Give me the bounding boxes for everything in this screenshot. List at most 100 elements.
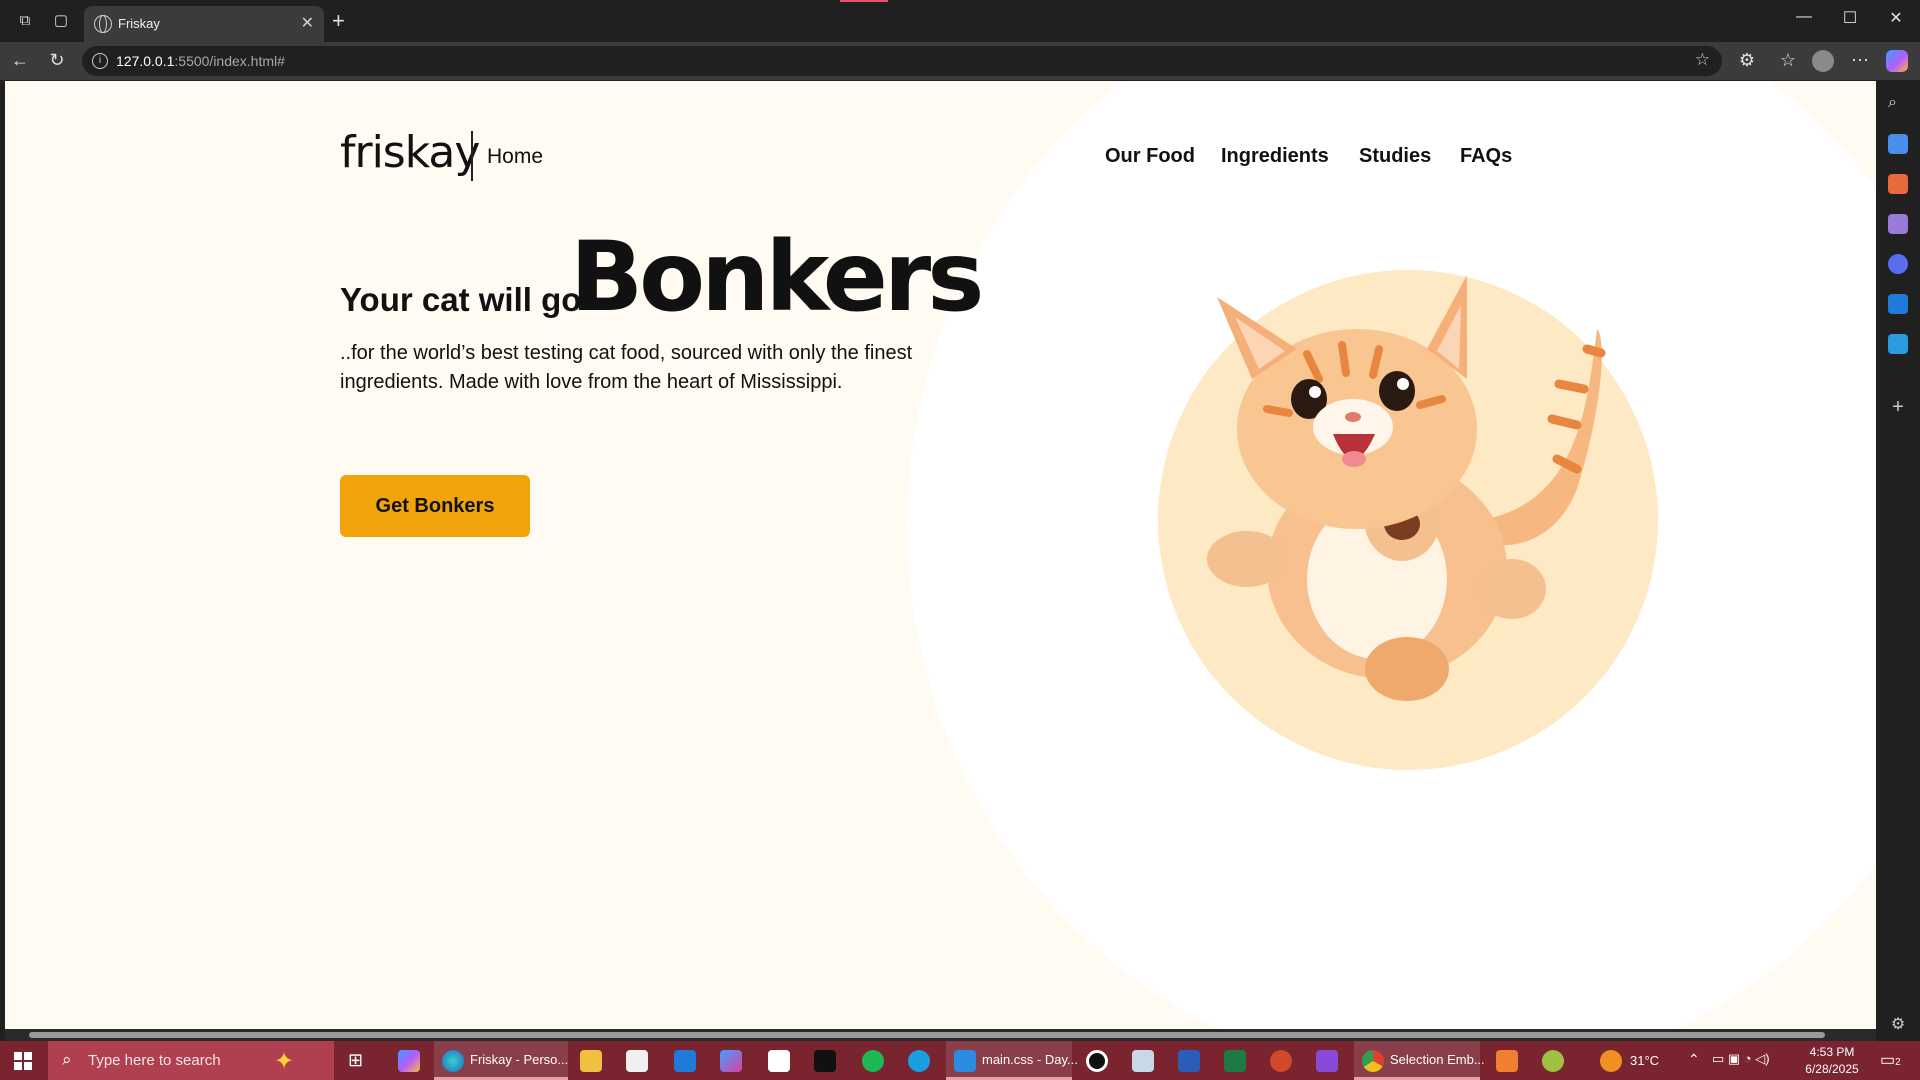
nav-ingredients[interactable]: Ingredients — [1221, 145, 1329, 168]
address-bar[interactable]: i 127.0.0.1:5500/index.html# ☆ — [82, 46, 1722, 76]
search-icon: ⌕ — [62, 1050, 72, 1069]
vscode-app-label: main.css - Day... — [982, 1052, 1078, 1067]
tray-icons[interactable]: ▭ ▣ ◔ ◁) — [1712, 1051, 1770, 1067]
notification-icon[interactable]: ▭2 — [1880, 1050, 1902, 1072]
copilot-icon[interactable] — [1886, 50, 1908, 72]
site-logo[interactable]: friskay — [340, 127, 480, 178]
xampp-icon[interactable] — [1496, 1050, 1518, 1072]
refresh-button[interactable]: ↻ — [45, 50, 69, 71]
obs-icon[interactable] — [1086, 1050, 1108, 1072]
logo-divider — [471, 131, 473, 181]
left-eye-highlight — [1309, 386, 1321, 398]
profile-avatar[interactable] — [1812, 50, 1834, 72]
tab-actions-icon[interactable]: ▢ — [50, 10, 72, 32]
clock-date[interactable]: 6/28/2025 — [1802, 1062, 1862, 1076]
taskbar-edge-app[interactable]: Friskay - Perso... — [434, 1041, 568, 1080]
visual-studio-icon[interactable] — [1316, 1050, 1338, 1072]
word-icon[interactable] — [1178, 1050, 1200, 1072]
edge-icon — [442, 1050, 464, 1072]
nav-studies[interactable]: Studies — [1359, 145, 1431, 168]
minimize-button[interactable]: — — [1781, 8, 1827, 26]
cat-back-leg — [1365, 637, 1449, 701]
workspaces-icon[interactable]: ⧉ — [14, 10, 36, 32]
nav-faqs[interactable]: FAQs — [1460, 145, 1512, 168]
cat-nose — [1345, 412, 1361, 422]
back-button[interactable]: ← — [8, 50, 32, 71]
app-icon[interactable] — [1132, 1050, 1154, 1072]
page-viewport: friskay Home Our Food Ingredients Studie… — [5, 81, 1876, 1029]
spotify-icon[interactable] — [862, 1050, 884, 1072]
outlook-app-icon[interactable] — [674, 1050, 696, 1072]
m365-icon[interactable] — [1888, 254, 1908, 274]
browser-tab[interactable]: Friskay ✕ — [84, 6, 324, 42]
globe-icon — [94, 15, 112, 33]
store-icon[interactable] — [626, 1050, 648, 1072]
browser-sidebar: ⌕ + ⚙ — [1877, 80, 1920, 1042]
cat-tongue — [1342, 451, 1366, 467]
hero-title: Bonkers — [570, 221, 984, 333]
tab-title: Friskay — [118, 16, 160, 31]
edge-app-label: Friskay - Perso... — [470, 1052, 569, 1067]
copilot-app-icon[interactable] — [398, 1050, 420, 1072]
chrome-app-label: Selection Emb... — [1390, 1052, 1485, 1067]
browser-tab-bar: ⧉ ▢ Friskay ✕ + — ☐ ✕ — [0, 0, 1920, 42]
windows-taskbar: ⌕ Type here to search ✦ ⊞ Friskay - Pers… — [0, 1041, 1920, 1080]
cat-right-eye — [1379, 371, 1415, 411]
maximize-button[interactable]: ☐ — [1827, 8, 1873, 28]
taskbar-search[interactable]: ⌕ Type here to search ✦ — [48, 1041, 334, 1080]
tray-chevron-icon[interactable]: ⌃ — [1688, 1051, 1700, 1068]
search-icon[interactable]: ⌕ — [1888, 94, 1908, 114]
new-tab-button[interactable]: + — [332, 8, 345, 34]
home-link[interactable]: Home — [487, 145, 543, 169]
settings-gear-icon[interactable]: ⚙ — [1888, 1014, 1908, 1034]
favorite-star-icon[interactable]: ☆ — [1695, 50, 1710, 70]
taskbar-vscode-app[interactable]: main.css - Day... — [946, 1041, 1078, 1080]
games-icon[interactable] — [1888, 214, 1908, 234]
hero-cat-illustration — [1157, 269, 1659, 771]
site-info-icon[interactable]: i — [92, 53, 108, 69]
more-menu-icon[interactable]: ⋯ — [1848, 50, 1872, 71]
file-explorer-icon[interactable] — [580, 1050, 602, 1072]
m365-app-icon[interactable] — [720, 1050, 742, 1072]
hero-description: ..for the world’s best testing cat food,… — [340, 342, 913, 393]
close-icon[interactable]: ✕ — [301, 13, 314, 33]
excel-icon[interactable] — [1224, 1050, 1246, 1072]
outlook-icon[interactable] — [1888, 294, 1908, 314]
notification-count: 2 — [1895, 1057, 1901, 1068]
get-bonkers-button[interactable]: Get Bonkers — [340, 475, 530, 537]
canva-icon[interactable] — [908, 1050, 930, 1072]
window-accent-mark — [840, 0, 888, 2]
weather-icon[interactable] — [1600, 1050, 1622, 1072]
app-circle-icon[interactable] — [1542, 1050, 1564, 1072]
task-view-icon[interactable]: ⊞ — [348, 1050, 370, 1072]
add-icon[interactable]: + — [1888, 396, 1908, 418]
send-icon[interactable] — [1888, 334, 1908, 354]
shopping-icon[interactable] — [1888, 134, 1908, 154]
url-path: :5500/index.html# — [174, 53, 285, 69]
hero-prefix: Your cat will go — [340, 281, 582, 318]
windows-start-icon[interactable] — [14, 1052, 32, 1070]
extensions-icon[interactable]: ⚙ — [1735, 50, 1759, 71]
browser-toolbar: ← ↻ i 127.0.0.1:5500/index.html# ☆ ⚙ ☆ ⋯ — [0, 42, 1920, 80]
vscode-icon — [954, 1050, 976, 1072]
cat-front-left-paw — [1207, 531, 1287, 587]
chrome-icon — [1362, 1050, 1384, 1072]
right-eye-highlight — [1397, 378, 1409, 390]
tools-icon[interactable] — [1888, 174, 1908, 194]
sparkle-icon: ✦ — [274, 1048, 295, 1075]
capcut-icon[interactable] — [814, 1050, 836, 1072]
powerpoint-icon[interactable] — [1270, 1050, 1292, 1072]
window-close-button[interactable]: ✕ — [1873, 8, 1919, 28]
url-host: 127.0.0.1 — [116, 53, 175, 69]
taskbar-chrome-app[interactable]: Selection Emb... — [1354, 1041, 1485, 1080]
nav-our-food[interactable]: Our Food — [1105, 145, 1195, 168]
cat-back-paw — [1478, 559, 1546, 619]
url-text: 127.0.0.1:5500/index.html# — [116, 53, 285, 69]
clock-time[interactable]: 4:53 PM — [1802, 1045, 1862, 1059]
horizontal-scrollbar[interactable] — [5, 1029, 1876, 1041]
favorites-icon[interactable]: ☆ — [1776, 50, 1800, 71]
notepad-icon[interactable] — [768, 1050, 790, 1072]
weather-temp[interactable]: 31°C — [1630, 1053, 1659, 1068]
search-placeholder: Type here to search — [88, 1052, 221, 1069]
scrollbar-thumb[interactable] — [29, 1032, 1825, 1038]
